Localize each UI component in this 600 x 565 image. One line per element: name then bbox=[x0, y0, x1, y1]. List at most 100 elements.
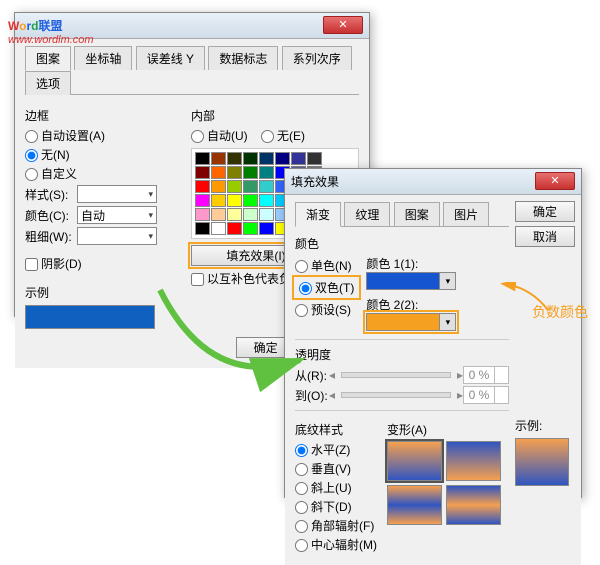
inner-auto-radio[interactable] bbox=[191, 130, 204, 143]
palette-swatch[interactable] bbox=[259, 152, 274, 165]
border-auto-radio[interactable] bbox=[25, 130, 38, 143]
palette-swatch[interactable] bbox=[243, 152, 258, 165]
palette-swatch[interactable] bbox=[291, 152, 306, 165]
palette-swatch[interactable] bbox=[259, 194, 274, 207]
color-combo[interactable]: 自动▾ bbox=[77, 206, 157, 224]
color1-combo[interactable]: ▾ bbox=[366, 272, 456, 290]
from-spinner[interactable]: 0 % bbox=[463, 366, 509, 384]
palette-swatch[interactable] bbox=[195, 152, 210, 165]
transparency-title: 透明度 bbox=[295, 346, 509, 363]
palette-swatch[interactable] bbox=[211, 208, 226, 221]
tab-axis[interactable]: 坐标轴 bbox=[74, 46, 132, 70]
dialog2-titlebar[interactable]: 填充效果 ✕ bbox=[285, 169, 581, 195]
palette-swatch[interactable] bbox=[227, 194, 242, 207]
to-spinner[interactable]: 0 % bbox=[463, 386, 509, 404]
tab-datalabels[interactable]: 数据标志 bbox=[208, 46, 278, 70]
inner-none-radio[interactable] bbox=[261, 130, 274, 143]
style-combo[interactable]: ▾ bbox=[77, 185, 157, 203]
palette-swatch[interactable] bbox=[227, 222, 242, 235]
border-custom-label: 自定义 bbox=[41, 167, 77, 181]
shading-opt-1: 垂直(V) bbox=[311, 462, 351, 476]
two-color-label: 双色(T) bbox=[315, 281, 354, 295]
tab-gradient[interactable]: 渐变 bbox=[295, 202, 341, 227]
deform-title: 变形(A) bbox=[387, 421, 505, 438]
close-icon[interactable]: ✕ bbox=[535, 172, 575, 190]
tab-seriesorder[interactable]: 系列次序 bbox=[282, 46, 352, 70]
palette-swatch[interactable] bbox=[195, 166, 210, 179]
shadow-label: 阴影(D) bbox=[41, 257, 82, 271]
shading-diagdown-radio[interactable] bbox=[295, 501, 308, 514]
one-color-radio[interactable] bbox=[295, 260, 308, 273]
shadow-checkbox[interactable] bbox=[25, 258, 38, 271]
dialog2-ok-button[interactable]: 确定 bbox=[515, 201, 575, 222]
palette-swatch[interactable] bbox=[275, 152, 290, 165]
watermark-logo: Word联盟 bbox=[8, 10, 62, 36]
sample-swatch bbox=[25, 305, 155, 329]
dialog2-cancel-button[interactable]: 取消 bbox=[515, 226, 575, 247]
variant-preview[interactable] bbox=[387, 441, 505, 525]
palette-swatch[interactable] bbox=[211, 152, 226, 165]
color2-combo[interactable]: ▾ bbox=[366, 313, 456, 331]
close-icon[interactable]: ✕ bbox=[323, 16, 363, 34]
palette-swatch[interactable] bbox=[243, 222, 258, 235]
weight-combo[interactable]: ▾ bbox=[77, 227, 157, 245]
tab-pattern[interactable]: 图案 bbox=[25, 46, 71, 71]
palette-swatch[interactable] bbox=[195, 222, 210, 235]
border-auto-label: 自动设置(A) bbox=[41, 129, 105, 143]
palette-swatch[interactable] bbox=[227, 152, 242, 165]
color-label: 颜色(C): bbox=[25, 207, 77, 224]
palette-swatch[interactable] bbox=[227, 208, 242, 221]
shading-center-radio[interactable] bbox=[295, 539, 308, 552]
to-slider[interactable] bbox=[341, 392, 451, 398]
inner-auto-label: 自动(U) bbox=[207, 129, 248, 143]
palette-swatch[interactable] bbox=[227, 180, 242, 193]
palette-swatch[interactable] bbox=[243, 194, 258, 207]
border-custom-radio[interactable] bbox=[25, 168, 38, 181]
tab-texture[interactable]: 纹理 bbox=[344, 202, 390, 226]
shading-diagup-radio[interactable] bbox=[295, 482, 308, 495]
palette-swatch[interactable] bbox=[227, 166, 242, 179]
weight-label: 粗细(W): bbox=[25, 228, 77, 245]
color2-label: 颜色 2(2): bbox=[366, 298, 418, 312]
palette-swatch[interactable] bbox=[259, 208, 274, 221]
annotation-arrow bbox=[150, 280, 310, 410]
inner-none-label: 无(E) bbox=[277, 129, 305, 143]
from-value: 0 % bbox=[464, 368, 494, 382]
tab-picture[interactable]: 图片 bbox=[443, 202, 489, 226]
chevron-down-icon: ▾ bbox=[148, 189, 153, 200]
palette-swatch[interactable] bbox=[259, 166, 274, 179]
preset-label: 预设(S) bbox=[311, 303, 351, 317]
shading-corner-radio[interactable] bbox=[295, 520, 308, 533]
shading-title: 底纹样式 bbox=[295, 421, 377, 438]
palette-swatch[interactable] bbox=[195, 208, 210, 221]
palette-swatch[interactable] bbox=[211, 194, 226, 207]
chevron-down-icon: ▾ bbox=[439, 314, 455, 330]
shading-horizontal-radio[interactable] bbox=[295, 444, 308, 457]
palette-swatch[interactable] bbox=[211, 222, 226, 235]
tab-pattern[interactable]: 图案 bbox=[394, 202, 440, 226]
palette-swatch[interactable] bbox=[259, 222, 274, 235]
sample2-label: 示例: bbox=[515, 417, 571, 434]
slider-left-icon[interactable]: ◂ bbox=[329, 368, 335, 382]
tab-options[interactable]: 选项 bbox=[25, 71, 71, 95]
shading-vertical-radio[interactable] bbox=[295, 463, 308, 476]
dialog2-title: 填充效果 bbox=[291, 173, 339, 190]
slider-left-icon[interactable]: ◂ bbox=[329, 388, 335, 402]
palette-swatch[interactable] bbox=[243, 208, 258, 221]
sample2-swatch bbox=[515, 438, 569, 486]
palette-swatch[interactable] bbox=[195, 194, 210, 207]
style-label: 样式(S): bbox=[25, 186, 77, 203]
palette-swatch[interactable] bbox=[307, 152, 322, 165]
palette-swatch[interactable] bbox=[243, 166, 258, 179]
palette-swatch[interactable] bbox=[243, 180, 258, 193]
dialog1-tabs: 图案 坐标轴 误差线 Y 数据标志 系列次序 选项 bbox=[25, 45, 359, 95]
tab-errorbar[interactable]: 误差线 Y bbox=[136, 46, 205, 70]
from-slider[interactable] bbox=[341, 372, 451, 378]
palette-swatch[interactable] bbox=[211, 166, 226, 179]
shading-opt-5: 中心辐射(M) bbox=[311, 538, 377, 552]
palette-swatch[interactable] bbox=[195, 180, 210, 193]
palette-swatch[interactable] bbox=[211, 180, 226, 193]
watermark-url: www.wordlm.com bbox=[8, 34, 94, 46]
palette-swatch[interactable] bbox=[259, 180, 274, 193]
border-none-radio[interactable] bbox=[25, 149, 38, 162]
